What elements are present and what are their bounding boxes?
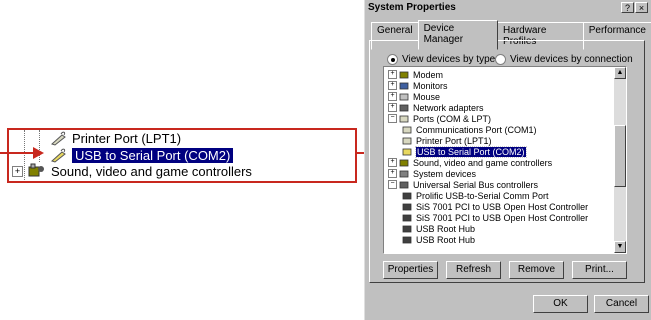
device-tree[interactable]: + Modem + Monitors + Mouse + Network adapters − P…: [383, 66, 627, 254]
device-icon: [402, 147, 413, 157]
tree-item-label: Network adapters: [413, 102, 484, 113]
device-icon: [402, 224, 413, 234]
port-icon: [49, 147, 67, 163]
tree-item[interactable]: USB to Serial Port (COM2): [402, 145, 527, 158]
tree-item-label: Ports (COM & LPT): [413, 113, 492, 124]
expand-icon[interactable]: +: [388, 81, 397, 90]
device-icon: [399, 180, 410, 190]
port-icon: [49, 130, 67, 146]
collapse-icon[interactable]: −: [388, 180, 397, 189]
tree-item[interactable]: USB Root Hub: [402, 234, 475, 245]
tree-item[interactable]: SiS 7001 PCI to USB Open Host Controller: [402, 212, 588, 223]
expand-icon[interactable]: +: [388, 158, 397, 167]
tree-item-label: Sound, video and game controllers: [413, 157, 553, 168]
scroll-thumb[interactable]: [614, 125, 626, 187]
device-icon: [402, 191, 413, 201]
device-icon: [399, 103, 410, 113]
tree-item-label: SiS 7001 PCI to USB Open Host Controller: [416, 212, 589, 223]
tree-item-label: Monitors: [413, 80, 448, 91]
tree-item-label: Prolific USB-to-Serial Comm Port: [416, 190, 549, 201]
tree-item[interactable]: Printer Port (LPT1): [402, 135, 492, 146]
radio-indicator: [387, 54, 398, 65]
title-bar: System Properties ? ×: [365, 0, 651, 15]
tree-item[interactable]: + Monitors: [388, 80, 448, 91]
expand-icon[interactable]: +: [388, 92, 397, 101]
tree-item-label: USB Root Hub: [416, 234, 476, 245]
device-icon: [402, 202, 413, 212]
expand-icon[interactable]: +: [388, 169, 397, 178]
device-icon: [402, 125, 413, 135]
tree-scrollbar[interactable]: ▲ ▼: [614, 67, 626, 253]
zoom-row-printer-port: Printer Port (LPT1): [49, 130, 181, 146]
tree-item[interactable]: − Ports (COM & LPT): [388, 113, 491, 124]
radio-view-by-type[interactable]: View devices by type: [387, 54, 495, 65]
tree-item-label: USB Root Hub: [416, 223, 476, 234]
zoom-row-usb-serial: USB to Serial Port (COM2): [49, 147, 234, 163]
tree-item-label: USB to Serial Port (COM2): [415, 145, 527, 158]
refresh-button[interactable]: Refresh: [446, 261, 501, 279]
zoom-row-label: Printer Port (LPT1): [72, 130, 182, 146]
tree-item-label: SiS 7001 PCI to USB Open Host Controller: [416, 201, 589, 212]
device-icon: [399, 158, 410, 168]
expand-icon[interactable]: +: [388, 70, 397, 79]
window-title: System Properties: [368, 2, 456, 13]
device-icon: [399, 70, 410, 80]
zoom-callout: Printer Port (LPT1) USB to Serial Port (…: [7, 128, 357, 183]
scroll-up-icon[interactable]: ▲: [614, 67, 626, 79]
tree-item[interactable]: − Universal Serial Bus controllers: [388, 179, 538, 190]
tree-item-label: Universal Serial Bus controllers: [413, 179, 539, 190]
tree-item-label: System devices: [413, 168, 477, 179]
tree-item[interactable]: + Sound, video and game controllers: [388, 157, 552, 168]
tree-item[interactable]: Prolific USB-to-Serial Comm Port: [402, 190, 549, 201]
tree-item[interactable]: + Network adapters: [388, 102, 484, 113]
collapse-icon[interactable]: −: [388, 114, 397, 123]
remove-button[interactable]: Remove: [509, 261, 564, 279]
properties-button[interactable]: Properties: [383, 261, 438, 279]
cancel-button[interactable]: Cancel: [594, 295, 649, 313]
help-button[interactable]: ?: [621, 2, 634, 13]
close-button[interactable]: ×: [635, 2, 648, 13]
device-icon: [399, 169, 410, 179]
tree-item[interactable]: Communications Port (COM1): [402, 124, 537, 135]
ok-button[interactable]: OK: [533, 295, 588, 313]
device-icon: [402, 235, 413, 245]
expand-icon[interactable]: +: [388, 103, 397, 112]
scroll-down-icon[interactable]: ▼: [614, 241, 626, 253]
radio-label: View devices by type: [402, 54, 496, 65]
tree-item[interactable]: + Mouse: [388, 91, 440, 102]
tab-device-manager[interactable]: Device Manager: [417, 20, 499, 50]
left-arrow-line: [0, 152, 34, 154]
zoom-row-label: USB to Serial Port (COM2): [72, 147, 234, 163]
device-icon: [399, 92, 410, 102]
zoom-row-sound: + Sound, video and game controllers: [12, 163, 252, 179]
device-icon: [399, 114, 410, 124]
tree-item[interactable]: + System devices: [388, 168, 476, 179]
zoom-row-label: Sound, video and game controllers: [51, 163, 252, 179]
radio-view-by-connection[interactable]: View devices by connection: [495, 54, 633, 65]
print-button[interactable]: Print...: [572, 261, 627, 279]
sound-controller-icon: [28, 163, 46, 179]
device-icon: [399, 81, 410, 91]
tree-item-label: Modem: [413, 69, 444, 80]
system-properties-window: System Properties ? × General Device Man…: [364, 0, 651, 320]
tree-item[interactable]: SiS 7001 PCI to USB Open Host Controller: [402, 201, 588, 212]
tree-item-label: Mouse: [413, 91, 441, 102]
tree-item[interactable]: + Modem: [388, 69, 443, 80]
device-icon: [402, 213, 413, 223]
tree-item-label: Printer Port (LPT1): [416, 135, 492, 146]
tree-item[interactable]: USB Root Hub: [402, 223, 475, 234]
tree-item-label: Communications Port (COM1): [416, 124, 537, 135]
radio-indicator: [495, 54, 506, 65]
device-icon: [402, 136, 413, 146]
left-arrow-head: [33, 147, 44, 159]
radio-label: View devices by connection: [510, 54, 633, 65]
expand-icon: +: [12, 165, 23, 177]
